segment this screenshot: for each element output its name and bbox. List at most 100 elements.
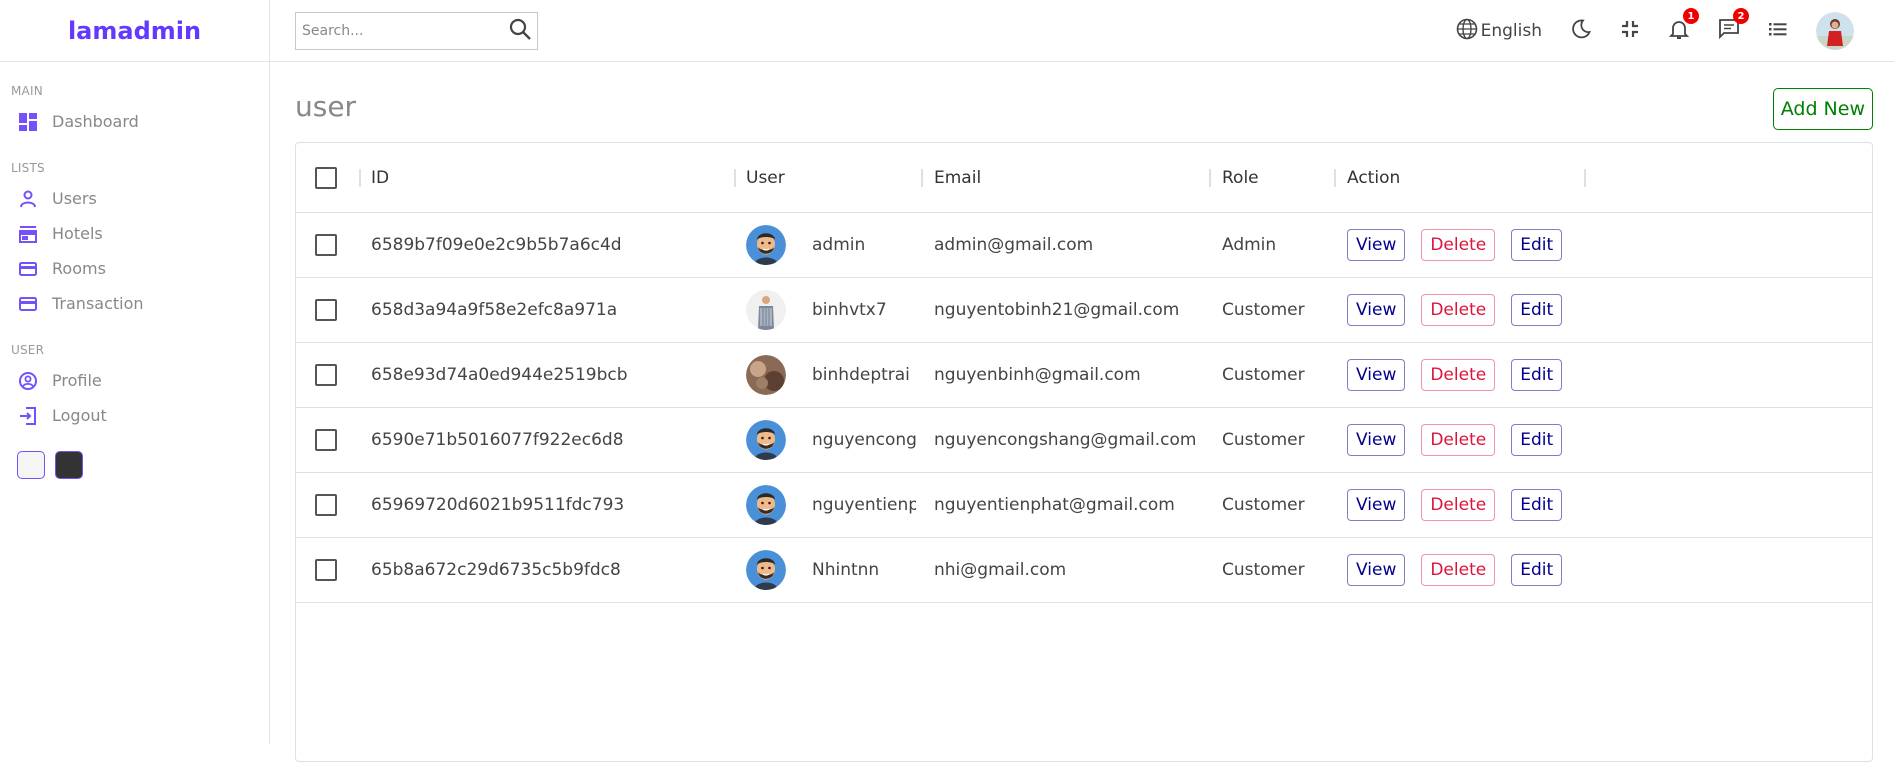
- cell-role: Customer: [1222, 495, 1305, 515]
- view-button[interactable]: View: [1347, 229, 1406, 261]
- page-title: user: [295, 90, 357, 123]
- sidebar-item-label: Users: [52, 189, 97, 208]
- row-checkbox[interactable]: [315, 299, 337, 321]
- dark-mode-toggle[interactable]: [1570, 18, 1592, 44]
- row-checkbox[interactable]: [315, 364, 337, 386]
- messages-button[interactable]: 2: [1718, 8, 1749, 44]
- dark-theme-swatch[interactable]: [55, 451, 83, 479]
- fullscreen-exit-button[interactable]: [1620, 19, 1640, 43]
- table-row[interactable]: 65b8a672c29d6735c5b9fdc8 Nhintnn nhi@gma…: [296, 538, 1872, 603]
- column-separator[interactable]: [734, 169, 736, 187]
- add-new-button[interactable]: Add New: [1772, 88, 1873, 130]
- user-avatar: [746, 290, 786, 330]
- column-header-role[interactable]: Role: [1222, 143, 1259, 212]
- cell-id: 658d3a94a9f58e2efc8a971a: [371, 300, 618, 320]
- sidebar-item-profile[interactable]: Profile: [0, 363, 269, 398]
- row-select-cell: [315, 538, 337, 602]
- table-header: ID User Email Role Action: [296, 143, 1872, 213]
- light-theme-swatch[interactable]: [17, 451, 45, 479]
- table-row[interactable]: 658e93d74a0ed944e2519bcb binhdeptrai ngu…: [296, 343, 1872, 408]
- delete-button[interactable]: Delete: [1421, 424, 1496, 456]
- cell-role: Customer: [1222, 300, 1305, 320]
- list-menu-button[interactable]: [1768, 19, 1788, 43]
- search-icon[interactable]: [508, 17, 532, 45]
- store-icon: [18, 224, 38, 244]
- table-row[interactable]: 65969720d6021b9511fdc793 nguyentienphat …: [296, 473, 1872, 538]
- view-button[interactable]: View: [1347, 294, 1406, 326]
- delete-button[interactable]: Delete: [1421, 554, 1496, 586]
- logo[interactable]: lamadmin: [68, 17, 201, 45]
- edit-button[interactable]: Edit: [1511, 229, 1563, 261]
- row-checkbox[interactable]: [315, 494, 337, 516]
- users-datagrid: ID User Email Role Action 6589b7f09e0e2c…: [295, 142, 1873, 762]
- column-separator[interactable]: [1584, 169, 1586, 187]
- view-button[interactable]: View: [1347, 489, 1406, 521]
- sidebar-item-transaction[interactable]: Transaction: [0, 286, 269, 321]
- table-row[interactable]: 6589b7f09e0e2c9b5b7a6c4d admin admin@gma…: [296, 213, 1872, 278]
- cell-user: Nhintnn: [746, 538, 916, 602]
- delete-button[interactable]: Delete: [1421, 489, 1496, 521]
- search-box: [295, 12, 538, 50]
- column-separator[interactable]: [921, 169, 923, 187]
- column-header-id[interactable]: ID: [371, 143, 389, 212]
- row-select-cell: [315, 213, 337, 277]
- view-button[interactable]: View: [1347, 424, 1406, 456]
- column-separator[interactable]: [1334, 169, 1336, 187]
- sidebar-item-rooms[interactable]: Rooms: [0, 251, 269, 286]
- column-separator[interactable]: [1209, 169, 1211, 187]
- delete-button[interactable]: Delete: [1421, 229, 1496, 261]
- globe-icon: [1456, 18, 1478, 44]
- edit-button[interactable]: Edit: [1511, 424, 1563, 456]
- edit-button[interactable]: Edit: [1511, 554, 1563, 586]
- messages-counter: 2: [1733, 8, 1749, 24]
- cell-username: Nhintnn: [812, 560, 880, 580]
- row-checkbox[interactable]: [315, 429, 337, 451]
- credit-card-icon: [18, 259, 38, 279]
- sidebar-item-label: Logout: [52, 406, 107, 425]
- row-select-cell: [315, 278, 337, 342]
- table-row[interactable]: 658d3a94a9f58e2efc8a971a binhvtx7 nguyen…: [296, 278, 1872, 343]
- sidebar: lamadmin MAIN Dashboard LISTS Users Hote…: [0, 0, 270, 744]
- cell-username: admin: [812, 235, 866, 255]
- sidebar-item-dashboard[interactable]: Dashboard: [0, 104, 269, 139]
- cell-user: binhdeptrai: [746, 343, 916, 407]
- edit-button[interactable]: Edit: [1511, 359, 1563, 391]
- row-checkbox[interactable]: [315, 234, 337, 256]
- table-row[interactable]: 6590e71b5016077f922ec6d8 nguyencongshang…: [296, 408, 1872, 473]
- list-icon: [1768, 19, 1788, 43]
- cell-username: binhdeptrai: [812, 365, 910, 385]
- cell-role: Customer: [1222, 365, 1305, 385]
- edit-button[interactable]: Edit: [1511, 294, 1563, 326]
- delete-button[interactable]: Delete: [1421, 359, 1496, 391]
- column-header-action[interactable]: Action: [1347, 143, 1400, 212]
- column-header-user[interactable]: User: [746, 143, 785, 212]
- user-avatar: [746, 355, 786, 395]
- edit-button[interactable]: Edit: [1511, 489, 1563, 521]
- section-title-main: MAIN: [11, 84, 43, 98]
- sidebar-item-hotels[interactable]: Hotels: [0, 216, 269, 251]
- dashboard-icon: [18, 112, 38, 132]
- view-button[interactable]: View: [1347, 554, 1406, 586]
- user-avatar-nav[interactable]: [1816, 12, 1854, 50]
- column-separator[interactable]: [359, 169, 361, 187]
- cell-action: View Delete Edit: [1347, 408, 1578, 472]
- sidebar-item-logout[interactable]: Logout: [0, 398, 269, 433]
- select-all-checkbox[interactable]: [315, 166, 337, 189]
- cell-id: 658e93d74a0ed944e2519bcb: [371, 365, 628, 385]
- cell-role: Customer: [1222, 430, 1305, 450]
- person-icon: [18, 189, 38, 209]
- row-checkbox[interactable]: [315, 559, 337, 581]
- sidebar-item-users[interactable]: Users: [0, 181, 269, 216]
- cell-email: nhi@gmail.com: [934, 560, 1067, 580]
- cell-action: View Delete Edit: [1347, 278, 1578, 342]
- view-button[interactable]: View: [1347, 359, 1406, 391]
- sidebar-item-label: Hotels: [52, 224, 103, 243]
- cell-action: View Delete Edit: [1347, 343, 1578, 407]
- column-header-email[interactable]: Email: [934, 143, 981, 212]
- delete-button[interactable]: Delete: [1421, 294, 1496, 326]
- search-input[interactable]: [302, 23, 508, 39]
- fullscreen-exit-icon: [1620, 19, 1640, 43]
- notifications-button[interactable]: 1: [1668, 8, 1699, 44]
- language-selector[interactable]: English: [1456, 18, 1542, 44]
- cell-email: nguyencongshang@gmail.com: [934, 430, 1197, 450]
